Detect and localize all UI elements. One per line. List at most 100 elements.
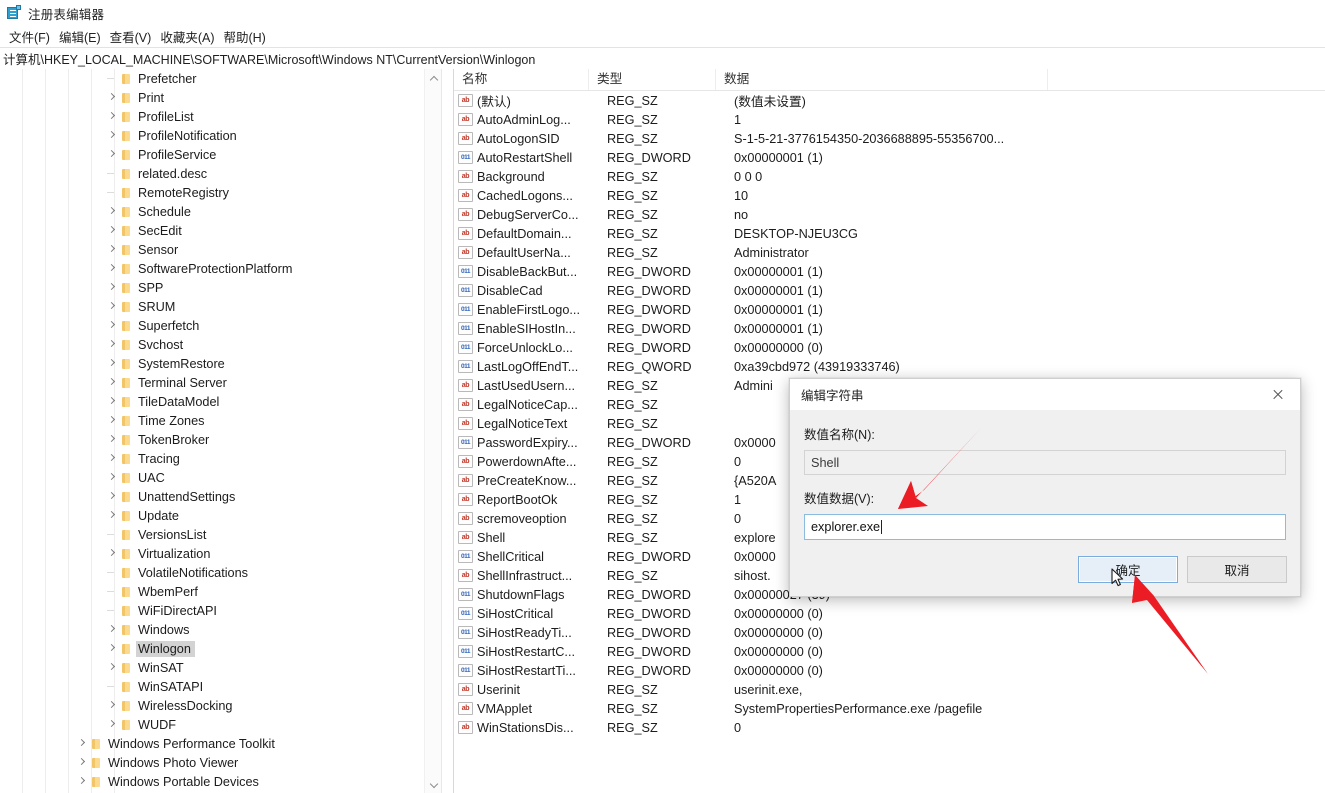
menu-item-file[interactable]: 文件(F) (5, 25, 55, 48)
value-row[interactable]: LastLogOffEndT...REG_QWORD0xa39cbd972 (4… (454, 357, 1325, 376)
value-row[interactable]: UserinitREG_SZuserinit.exe, (454, 680, 1325, 699)
value-row[interactable]: (默认)REG_SZ(数值未设置) (454, 91, 1325, 110)
tree-node[interactable]: Svchost (0, 335, 454, 354)
tree-node[interactable]: Windows (0, 620, 454, 639)
chevron-right-icon[interactable] (105, 240, 120, 259)
pane-splitter[interactable] (441, 69, 454, 793)
chevron-right-icon[interactable] (105, 259, 120, 278)
chevron-right-icon[interactable] (105, 639, 120, 658)
chevron-right-icon[interactable] (105, 430, 120, 449)
tree-node[interactable]: Windows Photo Viewer (0, 753, 454, 772)
value-row[interactable]: SiHostRestartTi...REG_DWORD0x00000000 (0… (454, 661, 1325, 680)
chevron-right-icon[interactable] (105, 202, 120, 221)
chevron-right-icon[interactable] (105, 715, 120, 734)
value-row[interactable]: AutoLogonSIDREG_SZS-1-5-21-3776154350-20… (454, 129, 1325, 148)
tree-node[interactable]: Windows Portable Devices (0, 772, 454, 791)
value-row[interactable]: AutoRestartShellREG_DWORD0x00000001 (1) (454, 148, 1325, 167)
chevron-right-icon[interactable] (105, 620, 120, 639)
column-header-name[interactable]: 名称 (454, 69, 589, 90)
tree-node[interactable]: WiFiDirectAPI (0, 601, 454, 620)
ok-button[interactable]: 确定 (1078, 556, 1178, 583)
tree-node[interactable]: Superfetch (0, 316, 454, 335)
registry-tree[interactable]: PrefetcherPrintProfileListProfileNotific… (0, 69, 454, 791)
chevron-right-icon[interactable] (105, 88, 120, 107)
address-bar[interactable]: 计算机\HKEY_LOCAL_MACHINE\SOFTWARE\Microsof… (0, 47, 1325, 70)
tree-node[interactable]: ProfileList (0, 107, 454, 126)
menu-item-help[interactable]: 帮助(H) (219, 25, 270, 48)
tree-node[interactable]: Tracing (0, 449, 454, 468)
chevron-right-icon[interactable] (105, 107, 120, 126)
chevron-right-icon[interactable] (105, 506, 120, 525)
chevron-right-icon[interactable] (105, 487, 120, 506)
tree-node[interactable]: Sensor (0, 240, 454, 259)
chevron-right-icon[interactable] (105, 221, 120, 240)
cancel-button[interactable]: 取消 (1187, 556, 1287, 583)
chevron-right-icon[interactable] (105, 373, 120, 392)
chevron-right-icon[interactable] (105, 468, 120, 487)
chevron-right-icon[interactable] (105, 411, 120, 430)
tree-node[interactable]: VolatileNotifications (0, 563, 454, 582)
chevron-right-icon[interactable] (105, 335, 120, 354)
value-name-input[interactable]: Shell (804, 450, 1286, 475)
tree-node[interactable]: Terminal Server (0, 373, 454, 392)
tree-node[interactable]: WbemPerf (0, 582, 454, 601)
chevron-right-icon[interactable] (75, 772, 90, 791)
value-row[interactable]: CachedLogons...REG_SZ10 (454, 186, 1325, 205)
tree-node[interactable]: Winlogon (0, 639, 454, 658)
tree-node[interactable]: UnattendSettings (0, 487, 454, 506)
chevron-right-icon[interactable] (105, 449, 120, 468)
tree-node[interactable]: Update (0, 506, 454, 525)
tree-node[interactable]: SystemRestore (0, 354, 454, 373)
chevron-right-icon[interactable] (105, 297, 120, 316)
tree-node[interactable]: WinSAT (0, 658, 454, 677)
tree-node[interactable]: Time Zones (0, 411, 454, 430)
value-row[interactable]: DebugServerCo...REG_SZno (454, 205, 1325, 224)
scroll-down-arrow-icon[interactable] (425, 776, 442, 793)
chevron-right-icon[interactable] (105, 658, 120, 677)
tree-node[interactable]: TileDataModel (0, 392, 454, 411)
value-row[interactable]: VMAppletREG_SZSystemPropertiesPerformanc… (454, 699, 1325, 718)
value-row[interactable]: DefaultDomain...REG_SZDESKTOP-NJEU3CG (454, 224, 1325, 243)
tree-node[interactable]: related.desc (0, 164, 454, 183)
tree-node[interactable]: SoftwareProtectionPlatform (0, 259, 454, 278)
chevron-right-icon[interactable] (105, 392, 120, 411)
tree-node[interactable]: TokenBroker (0, 430, 454, 449)
chevron-right-icon[interactable] (105, 126, 120, 145)
tree-node[interactable]: Virtualization (0, 544, 454, 563)
tree-node[interactable]: SRUM (0, 297, 454, 316)
value-row[interactable]: DefaultUserNa...REG_SZAdministrator (454, 243, 1325, 262)
value-row[interactable]: WinStationsDis...REG_SZ0 (454, 718, 1325, 737)
menu-item-view[interactable]: 查看(V) (106, 25, 157, 48)
scroll-up-arrow-icon[interactable] (425, 69, 442, 86)
tree-node[interactable]: Prefetcher (0, 69, 454, 88)
chevron-right-icon[interactable] (75, 734, 90, 753)
chevron-right-icon[interactable] (75, 753, 90, 772)
tree-node[interactable]: ProfileNotification (0, 126, 454, 145)
chevron-right-icon[interactable] (105, 316, 120, 335)
chevron-right-icon[interactable] (105, 354, 120, 373)
tree-vertical-scrollbar[interactable] (424, 69, 442, 793)
menu-item-favorites[interactable]: 收藏夹(A) (156, 25, 219, 48)
value-row[interactable]: ForceUnlockLo...REG_DWORD0x00000000 (0) (454, 338, 1325, 357)
tree-node[interactable]: WinSATAPI (0, 677, 454, 696)
tree-node[interactable]: WirelessDocking (0, 696, 454, 715)
chevron-right-icon[interactable] (105, 544, 120, 563)
value-row[interactable]: AutoAdminLog...REG_SZ1 (454, 110, 1325, 129)
tree-node[interactable]: VersionsList (0, 525, 454, 544)
tree-node[interactable]: Windows Performance Toolkit (0, 734, 454, 753)
tree-node[interactable]: SecEdit (0, 221, 454, 240)
value-row[interactable]: EnableFirstLogo...REG_DWORD0x00000001 (1… (454, 300, 1325, 319)
value-row[interactable]: SiHostReadyTi...REG_DWORD0x00000000 (0) (454, 623, 1325, 642)
close-icon[interactable] (1256, 379, 1300, 410)
tree-node[interactable]: UAC (0, 468, 454, 487)
tree-node[interactable]: Print (0, 88, 454, 107)
chevron-right-icon[interactable] (105, 278, 120, 297)
value-row[interactable]: DisableBackBut...REG_DWORD0x00000001 (1) (454, 262, 1325, 281)
value-data-input[interactable]: explorer.exe (804, 514, 1286, 540)
value-row[interactable]: EnableSIHostIn...REG_DWORD0x00000001 (1) (454, 319, 1325, 338)
value-row[interactable]: DisableCadREG_DWORD0x00000001 (1) (454, 281, 1325, 300)
tree-node[interactable]: WUDF (0, 715, 454, 734)
column-header-type[interactable]: 类型 (589, 69, 716, 90)
menu-item-edit[interactable]: 编辑(E) (55, 25, 106, 48)
value-row[interactable]: SiHostCriticalREG_DWORD0x00000000 (0) (454, 604, 1325, 623)
